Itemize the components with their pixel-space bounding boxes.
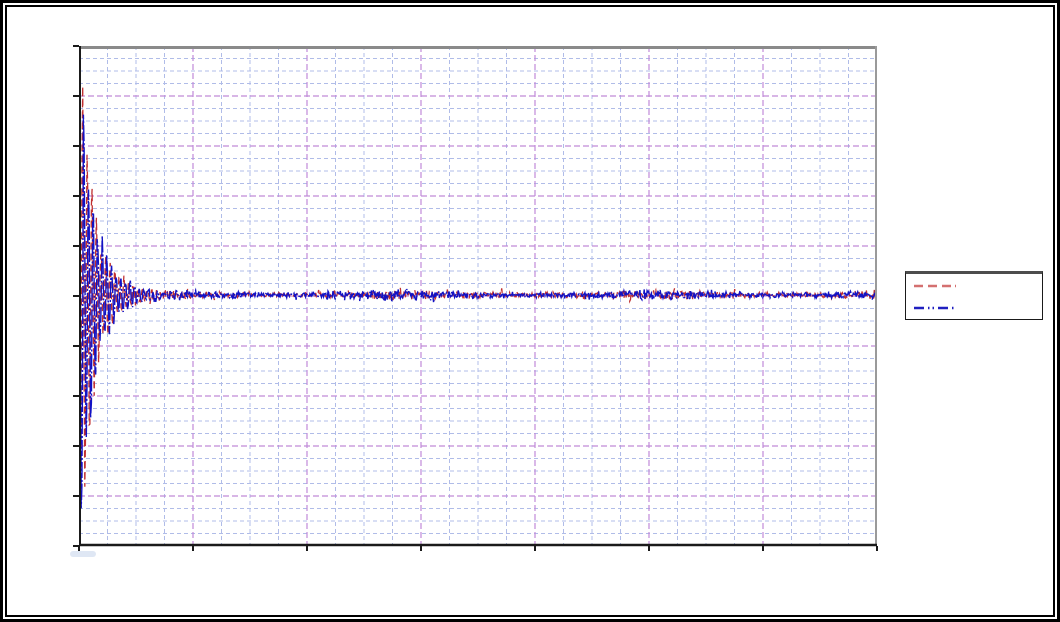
faint-axis-artifact — [70, 551, 96, 557]
legend — [905, 271, 1043, 320]
waveform-plot — [67, 42, 897, 572]
